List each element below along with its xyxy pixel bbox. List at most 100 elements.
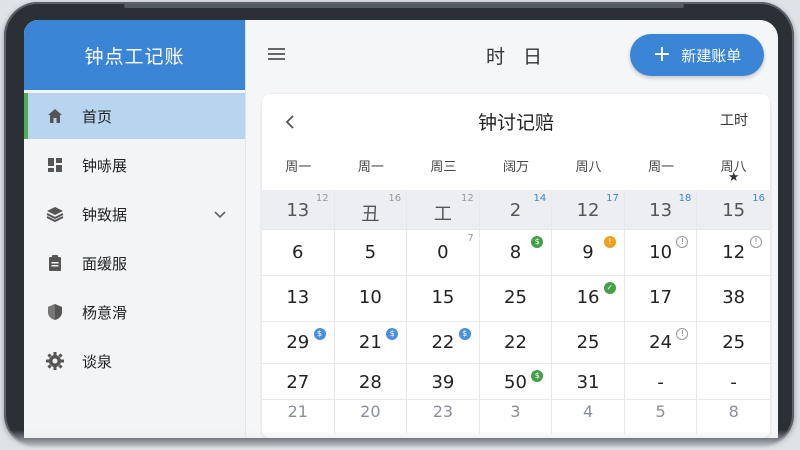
status-badge-icon: $ [531, 236, 544, 248]
calendar-day-cell[interactable]: - [624, 364, 698, 400]
menu-icon[interactable] [266, 45, 288, 63]
weekday-text: 周一 [285, 160, 312, 175]
calendar-day-cell[interactable]: 25 [479, 276, 553, 322]
day-number: 2 [509, 200, 522, 221]
day-number: 0 [437, 242, 449, 263]
calendar-day-cell[interactable]: 20 [335, 400, 408, 434]
calendar-day-cell[interactable]: 10! [624, 230, 698, 276]
calendar-day-cell[interactable]: 8 [697, 400, 770, 434]
calendar-day-cell[interactable]: 21 $ [334, 322, 408, 364]
calendar-row: 13 10 15 25 16 ✓ 17 38 [262, 276, 770, 322]
day-number: 31 [576, 372, 600, 393]
calendar-day-cell[interactable]: 25 [552, 322, 625, 364]
day-number: 6 [292, 242, 304, 263]
calendar-day-cell[interactable]: 5 [334, 230, 408, 276]
calendar-day-cell[interactable]: 8 $ [479, 230, 553, 276]
day-number: 20 [360, 402, 381, 421]
calendar-day-cell[interactable]: 24! [624, 322, 698, 364]
calendar-day-cell[interactable]: 13 [262, 276, 335, 322]
calendar-day-cell[interactable]: 9! [552, 230, 625, 276]
day-number: 15 [431, 287, 455, 308]
device-frame: 钟点工记账 首页 钟哧展 钟致据 面缓服 杨意滑 谈泉 时 日 + 新建账单 钟… [4, 2, 794, 448]
day-number: 13 [286, 200, 310, 221]
calendar-day-cell[interactable]: 25 [697, 322, 770, 364]
day-number: - [730, 372, 737, 393]
calendar-row: 13 12 丑 16 工 12 2 14 12 17 13 18 15 16 [262, 190, 770, 230]
clipboard-icon [44, 252, 66, 274]
calendar-day-cell[interactable]: 28 [334, 364, 408, 400]
day-number: 5 [364, 242, 377, 263]
calendar-day-cell[interactable]: 27 [262, 364, 335, 400]
corner-count: 12 [460, 193, 474, 204]
calendar-day-cell[interactable]: 29 $ [262, 322, 335, 364]
calendar-day-cell[interactable]: 15 [407, 276, 480, 322]
calendar-day-cell[interactable]: 工 12 [407, 190, 480, 230]
day-number: 15 [722, 200, 746, 221]
calendar-row: 6 5 0 7 8 $9! 10! 12! [262, 230, 770, 276]
calendar-day-cell[interactable]: 12 17 [552, 190, 625, 230]
day-number: 22 [431, 332, 455, 353]
weekday-label: 周八 ★ [697, 150, 770, 190]
chevron-down-icon[interactable] [211, 205, 229, 223]
calendar-day-cell[interactable]: 23 [407, 400, 480, 434]
calendar-day-cell[interactable]: 31 [552, 364, 625, 400]
status-badge-icon: $ [458, 328, 471, 340]
calendar-day-cell[interactable]: 38 [697, 276, 770, 322]
sidebar-item-label: 钟哧展 [82, 156, 128, 175]
page-title: 时 日 [486, 46, 549, 68]
calendar-day-cell[interactable]: 13 12 [262, 190, 335, 230]
weekday-label: 阔万 [480, 150, 553, 190]
calendar-day-cell[interactable]: 2 14 [479, 190, 553, 230]
weekday-text: 周三 [430, 160, 457, 175]
calendar-day-cell[interactable]: 21 [262, 400, 335, 434]
calendar-day-cell[interactable]: 50 $ [479, 364, 553, 400]
calendar-day-cell[interactable]: 12! [697, 230, 770, 276]
calendar-day-cell[interactable]: 15 16 [697, 190, 770, 230]
status-badge-icon: ! [676, 328, 689, 340]
sidebar-item-data[interactable]: 钟致据 [24, 191, 245, 237]
calendar-day-cell[interactable]: 22 $ [407, 322, 480, 364]
day-number: 9 [582, 242, 594, 263]
day-number: 29 [286, 332, 310, 353]
sidebar-item-label: 谈泉 [82, 352, 113, 371]
home-icon [44, 105, 66, 127]
sidebar-item-settings[interactable]: 谈泉 [24, 338, 245, 384]
calendar-day-cell[interactable]: 6 [262, 230, 335, 276]
weekday-label: 周三 [407, 150, 480, 190]
calendar-day-cell[interactable]: 13 18 [624, 190, 698, 230]
sidebar-item-home[interactable]: 首页 [24, 93, 245, 139]
star-icon: ★ [727, 170, 740, 185]
work-hours-label[interactable]: 工时 [720, 110, 748, 130]
gear-icon [44, 350, 66, 372]
sidebar-item-label: 钟致据 [82, 205, 128, 224]
calendar-day-cell[interactable]: 5 [625, 400, 698, 434]
calendar-day-cell[interactable]: 39 [407, 364, 480, 400]
calendar-day-cell[interactable]: - [697, 364, 770, 400]
day-number: 10 [358, 287, 382, 308]
calendar-day-cell[interactable]: 10 [334, 276, 408, 322]
new-bill-button[interactable]: + 新建账单 [630, 34, 764, 76]
calendar-grid: 13 12 丑 16 工 12 2 14 12 17 13 18 15 16 6 5 0 7 8 $9! 10! 12! 1… [262, 190, 770, 434]
calendar-day-cell[interactable]: 07 [407, 230, 480, 276]
weekday-text: 阔万 [502, 160, 529, 175]
calendar-header: 钟讨记赔 工时 [262, 94, 770, 150]
sidebar-item-service[interactable]: 面缓服 [24, 240, 245, 286]
calendar-day-cell[interactable]: 4 [552, 400, 625, 434]
sidebar-item-security[interactable]: 杨意滑 [24, 289, 245, 335]
day-number: - [657, 372, 664, 393]
day-number: 22 [504, 332, 527, 353]
day-number: 4 [582, 402, 594, 421]
calendar-day-cell[interactable]: 16 ✓ [552, 276, 625, 322]
day-number: 21 [287, 402, 308, 421]
sidebar-item-label: 杨意滑 [82, 303, 128, 322]
day-number: 17 [649, 287, 673, 308]
calendar-day-cell[interactable]: 17 [624, 276, 698, 322]
calendar-day-cell[interactable]: 22 [479, 322, 553, 364]
day-number: 27 [286, 372, 310, 393]
sidebar-item-dashboard[interactable]: 钟哧展 [24, 142, 245, 188]
calendar-day-cell[interactable]: 3 [480, 400, 553, 434]
weekday-text: 周一 [357, 160, 384, 175]
layers-icon [44, 203, 66, 225]
calendar-day-cell[interactable]: 丑 16 [334, 190, 408, 230]
day-number: 23 [432, 402, 454, 421]
